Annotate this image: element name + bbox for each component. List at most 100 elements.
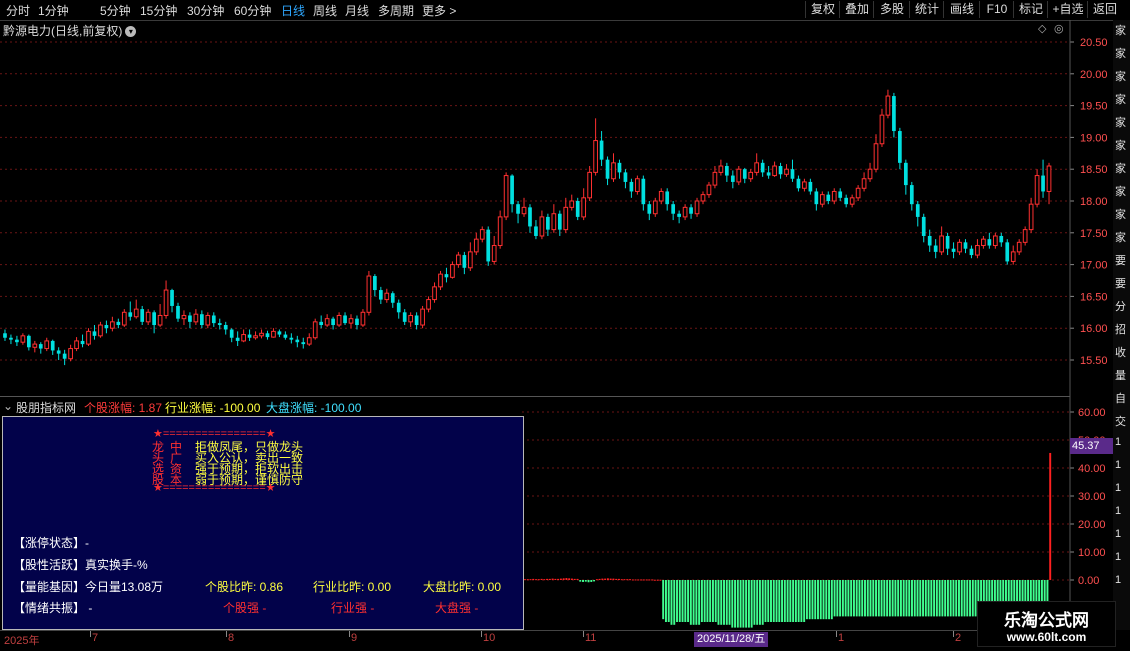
indicator-bar [839,580,842,617]
candle-body [116,321,121,326]
limit-status-label: 【涨停状态】- [13,536,89,550]
indicator-bar [747,580,750,628]
candle-body [682,206,688,218]
candle-body [145,311,151,323]
candle-body [68,348,73,360]
date-tick [836,631,837,637]
candle-body [557,213,562,230]
candle-body [62,353,67,359]
candle-body [92,331,97,336]
date-tick [583,631,584,637]
indicator-bar [631,579,634,581]
date-label: 9 [351,632,358,644]
indicator-bar [952,580,955,617]
indicator-bar [761,580,764,625]
indicator-bar [822,580,825,620]
candle-body [473,238,479,253]
candle-body [712,171,718,186]
indicator-bar [637,579,640,581]
indicator-bar [664,580,667,622]
candle-body [98,324,103,337]
candle-body [176,305,180,319]
indicator-bar [623,579,626,581]
indicator-bar [642,579,645,581]
candle-body [831,190,837,202]
indicator-bar [797,580,800,622]
volume-gene-label: 【量能基因】今日量13.08万 [13,580,164,594]
indicator-bar [924,580,927,617]
indicator-bar [830,580,833,620]
candle-body [760,162,765,173]
indicator-tick-label: 40.00 [1078,463,1106,475]
indicator-bar [875,580,878,617]
side-label-char: 交 [1115,416,1126,428]
candle-body [933,245,938,252]
watermark-url: www.60lt.com [1006,630,1087,644]
indicator-bar [894,580,897,617]
indicator-bar [681,580,684,622]
side-label-char: 家 [1115,209,1126,221]
indicator-bar [698,580,701,625]
date-tick [481,631,482,637]
candle-body [408,314,414,323]
candle-body [510,175,514,205]
candle-body [205,314,211,326]
candle-body [44,340,50,350]
date-tick [953,631,954,637]
indicator-bar [648,579,651,581]
date-label: 7 [92,632,99,644]
candle-body [170,290,174,306]
candle-body [587,171,592,199]
side-label-char: 家 [1115,94,1126,106]
candle-body [563,206,569,231]
indicator-bar [568,578,571,580]
mid-col-char: 本 [170,473,183,487]
candle-body [450,264,455,278]
candle-body [229,329,234,338]
candle-body [605,159,610,179]
candle-body [521,206,527,215]
indicator-bar [946,580,949,617]
candle-body [736,168,742,183]
candle-body [635,178,640,192]
indicator-bar [551,578,554,580]
indicator-bar [808,580,811,620]
candle-body [766,172,771,176]
right-side-strip: 家家家家家家家家家家要要分招收量自交1111111 [1113,20,1130,630]
sentiment-label: 【情绪共振】 - [13,601,93,615]
candle-body [9,337,13,340]
indicator-bar [756,580,759,625]
candle-body [1034,175,1040,205]
indicator-bar [767,580,770,622]
indicator-bar [687,580,690,622]
chevron-down-icon[interactable]: ⌄ [3,399,13,413]
indicator-bar [869,580,872,617]
indicator-bar [711,580,714,622]
candle-body [497,216,503,247]
indicator-bar [656,579,659,581]
indicator-bar [537,579,540,581]
side-label-char: 要 [1115,255,1126,267]
candle-body [528,207,532,227]
indicator-bar [1049,452,1052,580]
indicator-bar [742,580,745,628]
candle-body [652,200,658,215]
candle-body [855,187,861,199]
indicator-bar [758,580,761,625]
candle-body [1010,251,1016,262]
candle-body [838,191,843,198]
candle-body [348,318,354,324]
candle-body [420,308,425,326]
indicator-bar [615,578,618,580]
candle-body [784,168,789,175]
price-tick-label: 16.00 [1080,323,1108,335]
side-label-char: 分 [1115,301,1126,313]
candle-body [700,194,706,202]
indicator-bar [919,580,922,617]
indicator-bar [651,579,654,581]
indicator-bar [598,578,601,580]
indicator-bar [938,580,941,617]
indicator-bar [916,580,919,617]
indicator-bar [673,580,676,625]
date-label: 8 [228,632,235,644]
